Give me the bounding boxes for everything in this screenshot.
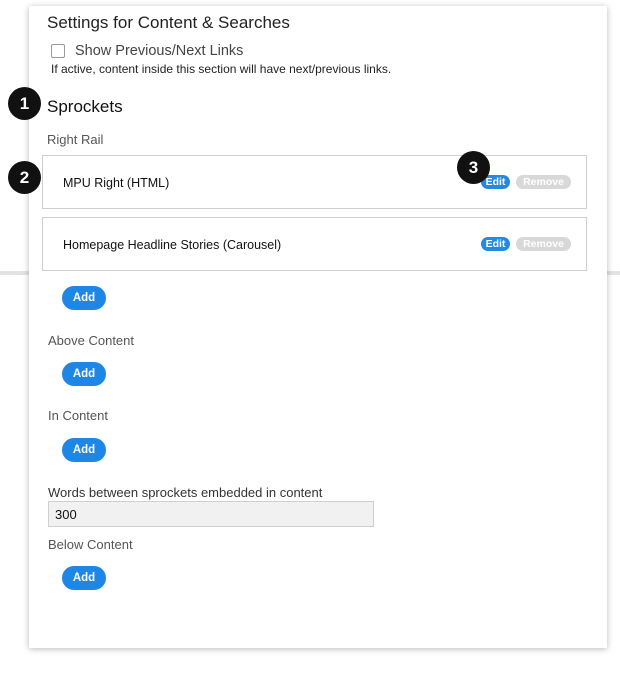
settings-panel: Settings for Content & Searches Show Pre…	[29, 6, 607, 648]
words-between-input[interactable]: 300	[48, 501, 374, 527]
step-marker-2: 2	[8, 161, 41, 194]
step-marker-1: 1	[8, 87, 41, 120]
in-content-label: In Content	[48, 408, 108, 423]
remove-button[interactable]: Remove	[516, 237, 571, 251]
show-prev-next-label: Show Previous/Next Links	[75, 43, 244, 59]
words-between-label: Words between sprockets embedded in cont…	[48, 485, 323, 500]
add-below-content-button[interactable]: Add	[62, 566, 106, 590]
sprocket-card: MPU Right (HTML) Edit Remove	[42, 155, 587, 209]
settings-title: Settings for Content & Searches	[47, 13, 290, 32]
right-rail-label: Right Rail	[47, 132, 104, 147]
below-content-label: Below Content	[48, 537, 133, 552]
step-marker-3: 3	[457, 151, 490, 184]
add-right-rail-button[interactable]: Add	[62, 286, 106, 310]
above-content-label: Above Content	[48, 333, 135, 348]
sprockets-title: Sprockets	[47, 97, 123, 116]
show-prev-next-option[interactable]: Show Previous/Next Links	[51, 43, 243, 59]
add-in-content-button[interactable]: Add	[62, 438, 106, 462]
help-text: If active, content inside this section w…	[51, 62, 392, 76]
show-prev-next-checkbox[interactable]	[51, 44, 65, 58]
sprocket-title: MPU Right (HTML)	[63, 176, 170, 190]
edit-button[interactable]: Edit	[481, 237, 510, 251]
sprocket-card: Homepage Headline Stories (Carousel) Edi…	[42, 217, 587, 271]
add-above-content-button[interactable]: Add	[62, 362, 106, 386]
remove-button[interactable]: Remove	[516, 175, 571, 189]
sprocket-title: Homepage Headline Stories (Carousel)	[63, 238, 282, 252]
